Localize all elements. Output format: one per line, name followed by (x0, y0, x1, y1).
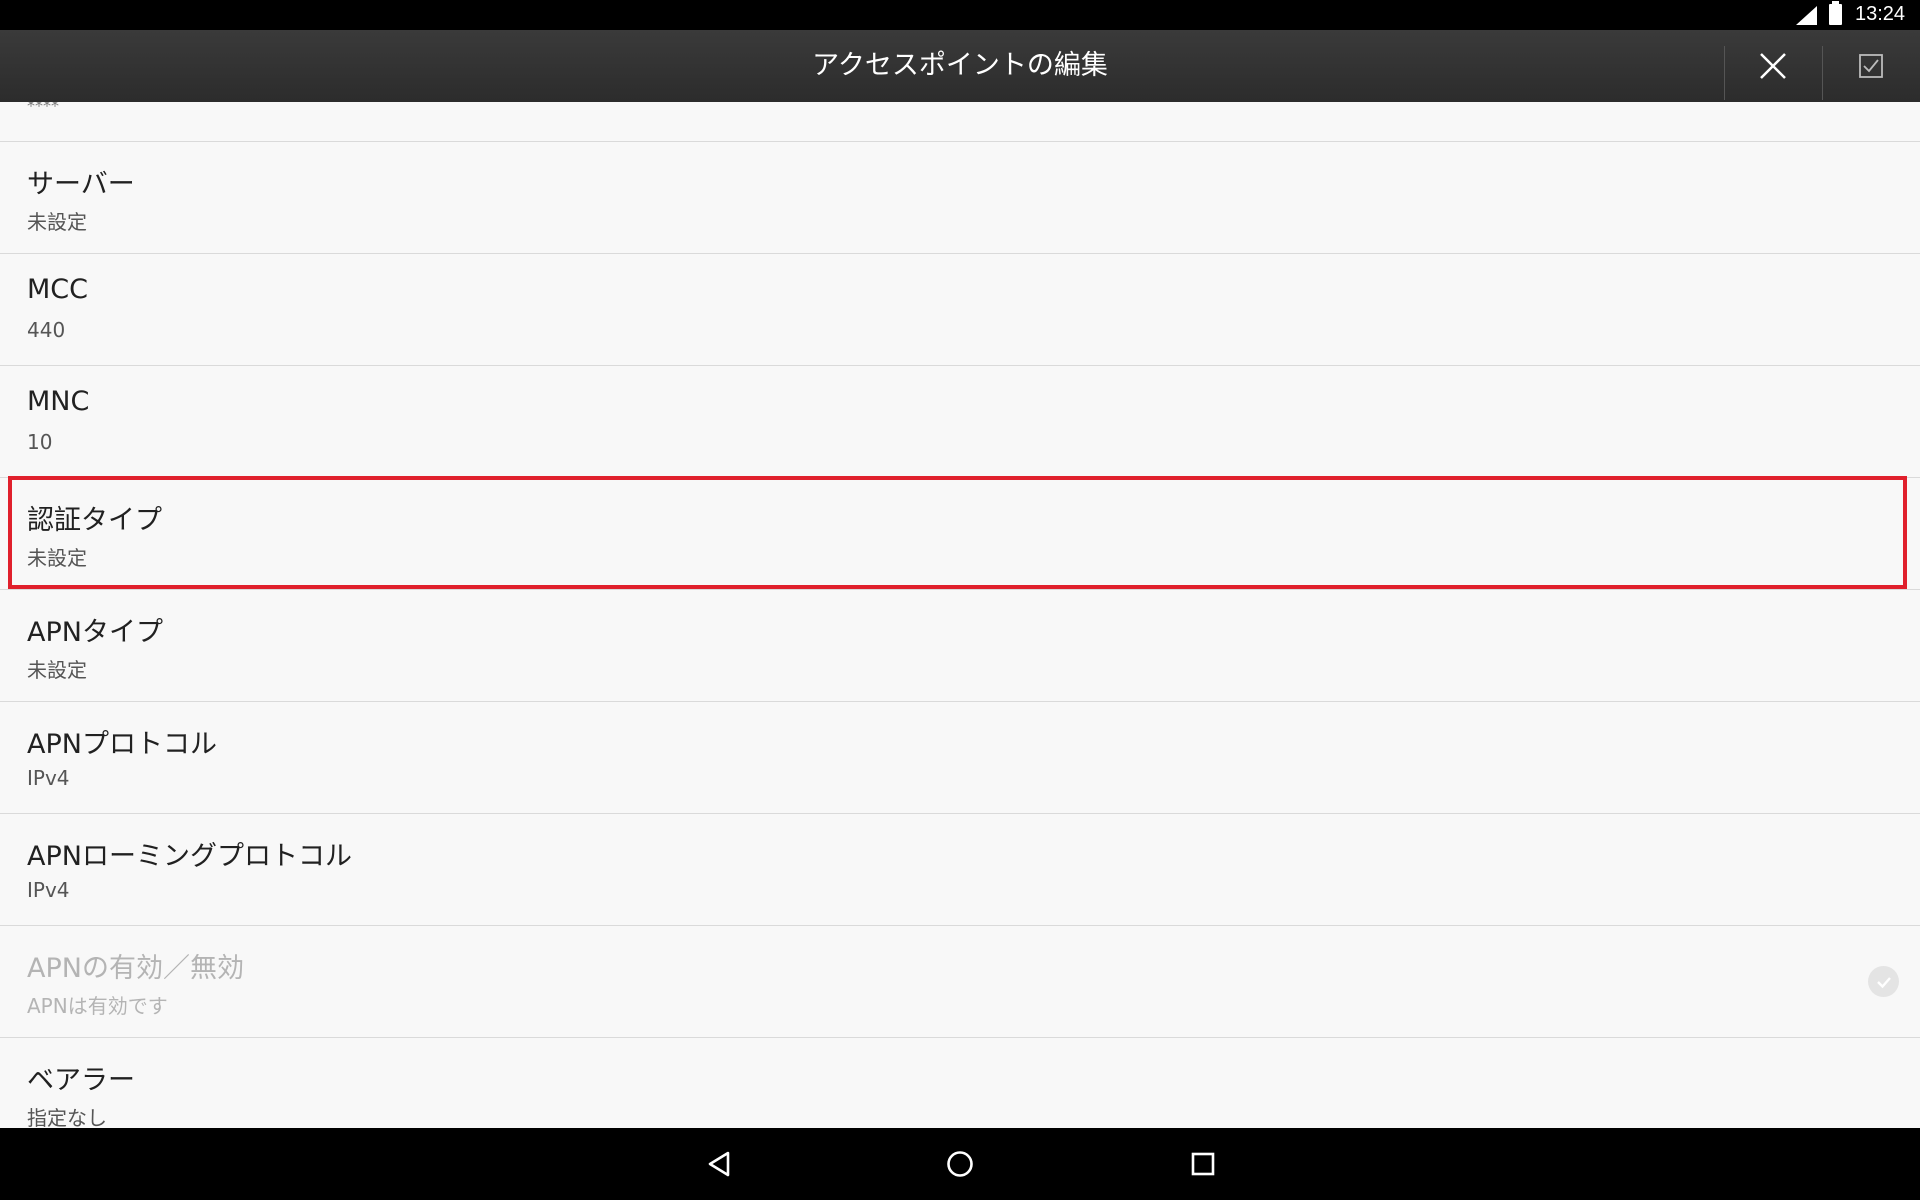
settings-item-apn-enable[interactable]: APNの有効／無効 APNは有効です (0, 926, 1920, 1038)
settings-item-value: 指定なし (27, 1106, 107, 1128)
settings-item-mnc[interactable]: MNC 10 (0, 366, 1920, 478)
settings-item-apn-protocol[interactable]: APNプロトコル IPv4 (0, 702, 1920, 814)
checkmark-icon (1876, 976, 1891, 988)
settings-item-value: 10 (27, 430, 53, 454)
apn-enabled-checkbox[interactable] (1868, 966, 1899, 997)
back-icon (708, 1151, 730, 1177)
status-bar: 13:24 (0, 0, 1920, 30)
screen: 13:24 アクセスポイントの編集 **** サーバー 未設定 MCC 440 (0, 0, 1920, 1200)
settings-item-mcc[interactable]: MCC 440 (0, 254, 1920, 366)
settings-item-label: サーバー (27, 169, 135, 200)
battery-icon (1829, 1, 1842, 25)
settings-item-label: ベアラー (27, 1065, 135, 1096)
save-check-icon (1859, 54, 1883, 78)
status-time: 13:24 (1855, 3, 1906, 25)
action-bar: アクセスポイントの編集 (0, 30, 1920, 102)
settings-item-value: 未設定 (27, 658, 87, 682)
settings-item-value: IPv4 (27, 878, 70, 902)
settings-item-value: 未設定 (27, 210, 87, 234)
signal-icon (1796, 6, 1817, 25)
settings-item-label: APNローミングプロトコル (27, 841, 352, 872)
settings-item-bearer[interactable]: ベアラー 指定なし (0, 1038, 1920, 1128)
settings-list: **** サーバー 未設定 MCC 440 MNC 10 認証タイプ 未設定 A… (0, 102, 1920, 1128)
home-icon (947, 1151, 973, 1177)
settings-item-value: 440 (27, 318, 66, 342)
home-button[interactable] (912, 1128, 1008, 1200)
close-button[interactable] (1725, 30, 1821, 102)
settings-item-apn-type[interactable]: APNタイプ 未設定 (0, 590, 1920, 702)
close-icon (1760, 53, 1786, 79)
settings-item-label: APNの有効／無効 (27, 953, 244, 984)
settings-item-password[interactable]: **** (0, 102, 1920, 142)
back-button[interactable] (671, 1128, 767, 1200)
recents-button[interactable] (1155, 1128, 1251, 1200)
save-button[interactable] (1823, 30, 1919, 102)
settings-item-server[interactable]: サーバー 未設定 (0, 142, 1920, 254)
settings-item-label: APNタイプ (27, 617, 163, 648)
settings-item-value: APNは有効です (27, 994, 168, 1018)
highlight-box (8, 476, 1907, 589)
settings-item-label: MCC (27, 274, 89, 305)
nav-bar (0, 1128, 1920, 1200)
settings-item-label: APNプロトコル (27, 729, 217, 760)
settings-item-value: **** (27, 102, 59, 115)
page-title: アクセスポイントの編集 (812, 50, 1108, 81)
recents-icon (1191, 1152, 1215, 1176)
settings-item-apn-roaming-protocol[interactable]: APNローミングプロトコル IPv4 (0, 814, 1920, 926)
settings-item-value: IPv4 (27, 766, 70, 790)
settings-item-label: MNC (27, 386, 90, 417)
